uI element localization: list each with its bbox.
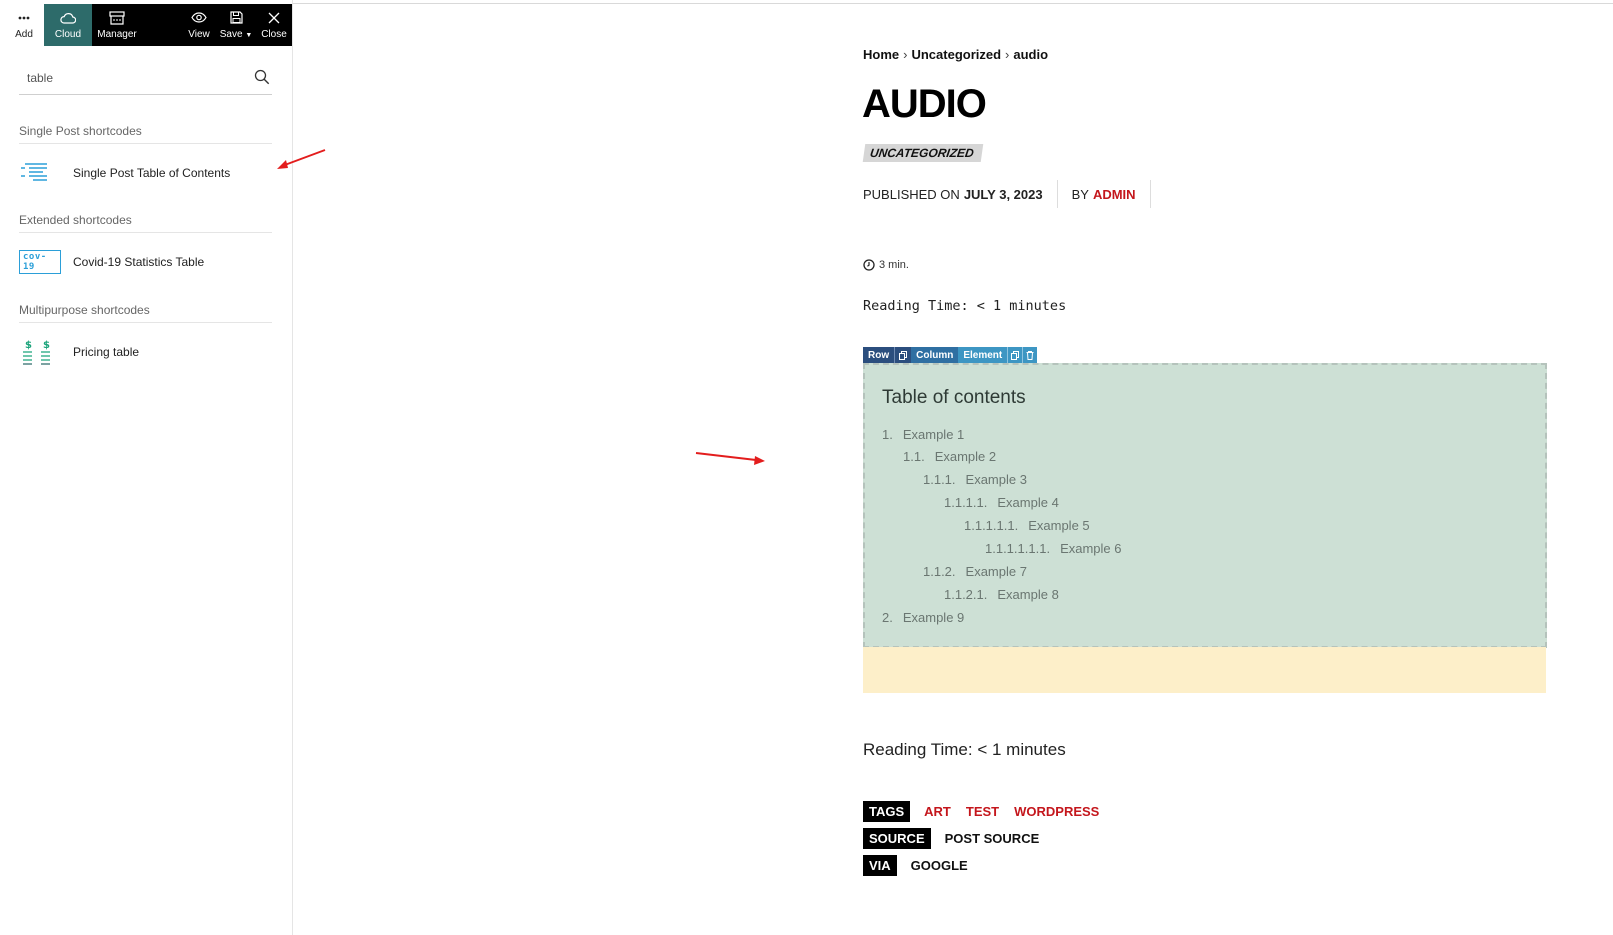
annotation-arrow-sidebar: [277, 149, 326, 169]
manager-icon: [109, 10, 125, 25]
manager-label: Manager: [97, 28, 137, 40]
reading-time-top: Reading Time: < 1 minutes: [863, 298, 1067, 314]
save-button[interactable]: Save ▼: [216, 4, 256, 46]
toc-list-icon: [19, 159, 61, 187]
source-label: SOURCE: [863, 828, 931, 849]
svg-text:$: $: [43, 340, 50, 351]
toc-item[interactable]: 1.1.1. Example 3: [923, 472, 1027, 487]
page-title: AUDIO: [862, 82, 987, 126]
floppy-icon: [229, 11, 243, 25]
tag-link[interactable]: TEST: [966, 804, 999, 819]
via-label: VIA: [863, 855, 897, 876]
result-label: Covid-19 Statistics Table: [73, 255, 205, 269]
result-label: Pricing table: [73, 345, 140, 359]
breadcrumb-separator: ›: [903, 47, 908, 62]
result-item-covid-table[interactable]: cov-19 Covid-19 Statistics Table: [19, 244, 272, 280]
section-title-multipurpose: Multipurpose shortcodes: [19, 303, 272, 323]
column-handle[interactable]: Column: [911, 347, 959, 363]
search-icon[interactable]: [254, 69, 270, 85]
via-value[interactable]: GOOGLE: [911, 858, 968, 873]
toc-item[interactable]: 1.1.1.1.1.1. Example 6: [985, 541, 1121, 556]
search-input[interactable]: [27, 71, 237, 85]
element-handle[interactable]: Element: [958, 347, 1008, 363]
table-of-contents: Table of contents 1. Example 1 1.1. Exampl…: [863, 363, 1547, 648]
eye-icon: [191, 11, 207, 25]
by-prefix: BY: [1071, 186, 1089, 202]
annotation-arrow-toc: [695, 452, 765, 465]
svg-text:$: $: [25, 340, 32, 351]
close-label: Close: [261, 28, 287, 40]
toc-item[interactable]: 1.1.1.1. Example 4: [944, 495, 1059, 510]
manager-button[interactable]: Manager: [92, 4, 142, 46]
tags-row: TAGS ART TEST WORDPRESS: [863, 801, 1114, 822]
meta-divider: [1149, 180, 1151, 208]
cloud-label: Cloud: [54, 28, 82, 40]
close-icon: [268, 11, 280, 25]
toc-item[interactable]: 1.1. Example 2: [903, 449, 996, 464]
add-label: Add: [15, 28, 33, 40]
read-minutes-text: 3 min.: [879, 259, 909, 271]
breadcrumb-category[interactable]: Uncategorized: [911, 47, 1001, 62]
published-date: JULY 3, 2023: [963, 186, 1043, 202]
tags-label: TAGS: [863, 801, 911, 822]
category-badge[interactable]: UNCATEGORIZED: [862, 144, 984, 162]
meta-divider: [1056, 180, 1058, 208]
duplicate-row-icon[interactable]: [894, 347, 912, 363]
published-prefix: PUBLISHED ON: [863, 186, 960, 202]
row-handle[interactable]: Row: [863, 347, 895, 363]
covid-badge-icon: cov-19: [19, 248, 61, 276]
toc-item[interactable]: 1. Example 1: [882, 427, 964, 442]
trash-icon[interactable]: [1022, 347, 1038, 363]
tag-link[interactable]: WORDPRESS: [1014, 804, 1099, 819]
toc-title: Table of contents: [882, 387, 1026, 408]
result-label: Single Post Table of Contents: [73, 166, 231, 180]
read-minutes: 3 min.: [863, 259, 909, 271]
toc-item[interactable]: 1.1.2.1. Example 8: [944, 587, 1059, 602]
breadcrumb-current: audio: [1013, 47, 1049, 62]
tag-link[interactable]: ART: [924, 804, 951, 819]
result-item-pricing-table[interactable]: $ $ Pricing table: [19, 334, 272, 370]
view-label: View: [188, 28, 210, 40]
breadcrumb-separator: ›: [1005, 47, 1010, 62]
close-button[interactable]: Close: [256, 4, 292, 46]
source-row: SOURCE POST SOURCE: [863, 828, 1039, 849]
toc-item[interactable]: 2. Example 9: [882, 610, 964, 625]
builder-toolbar: Add Cloud Manager View Save ▼ Close: [4, 4, 292, 46]
shortcode-sidebar: Add Cloud Manager View Save ▼ Close tabl…: [0, 0, 293, 935]
save-label: Save ▼: [219, 28, 253, 40]
shortcode-search: [19, 62, 272, 95]
via-row: VIA GOOGLE: [863, 855, 968, 876]
toc-item[interactable]: 1.1.1.1.1. Example 5: [964, 518, 1090, 533]
cloud-button[interactable]: Cloud: [44, 4, 92, 46]
builder-controls: Row Column Element: [863, 347, 1038, 363]
section-title-single-post: Single Post shortcodes: [19, 124, 272, 144]
more-dots-icon: [18, 11, 30, 25]
add-button[interactable]: Add: [4, 4, 44, 46]
view-button[interactable]: View: [182, 4, 216, 46]
covid-badge-text: cov-19: [19, 250, 61, 274]
section-title-extended: Extended shortcodes: [19, 213, 272, 233]
post-meta: PUBLISHED ON JULY 3, 2023 BY ADMIN: [863, 180, 1165, 208]
reading-time-bottom: Reading Time: < 1 minutes: [863, 740, 1066, 759]
top-divider: [292, 3, 1613, 4]
author-link[interactable]: ADMIN: [1093, 187, 1136, 202]
pricing-icon: $ $: [19, 338, 61, 366]
cloud-icon: [60, 11, 76, 25]
empty-row-placeholder[interactable]: [863, 647, 1546, 693]
duplicate-element-icon[interactable]: [1007, 347, 1023, 363]
result-item-single-post-toc[interactable]: Single Post Table of Contents: [19, 155, 272, 191]
caret-down-icon: ▼: [245, 31, 253, 39]
breadcrumb-home[interactable]: Home: [863, 47, 899, 62]
source-value[interactable]: POST SOURCE: [945, 831, 1040, 846]
clock-icon: [863, 259, 875, 271]
toc-item[interactable]: 1.1.2. Example 7: [923, 564, 1027, 579]
breadcrumb: Home › Uncategorized › audio: [863, 47, 1048, 62]
